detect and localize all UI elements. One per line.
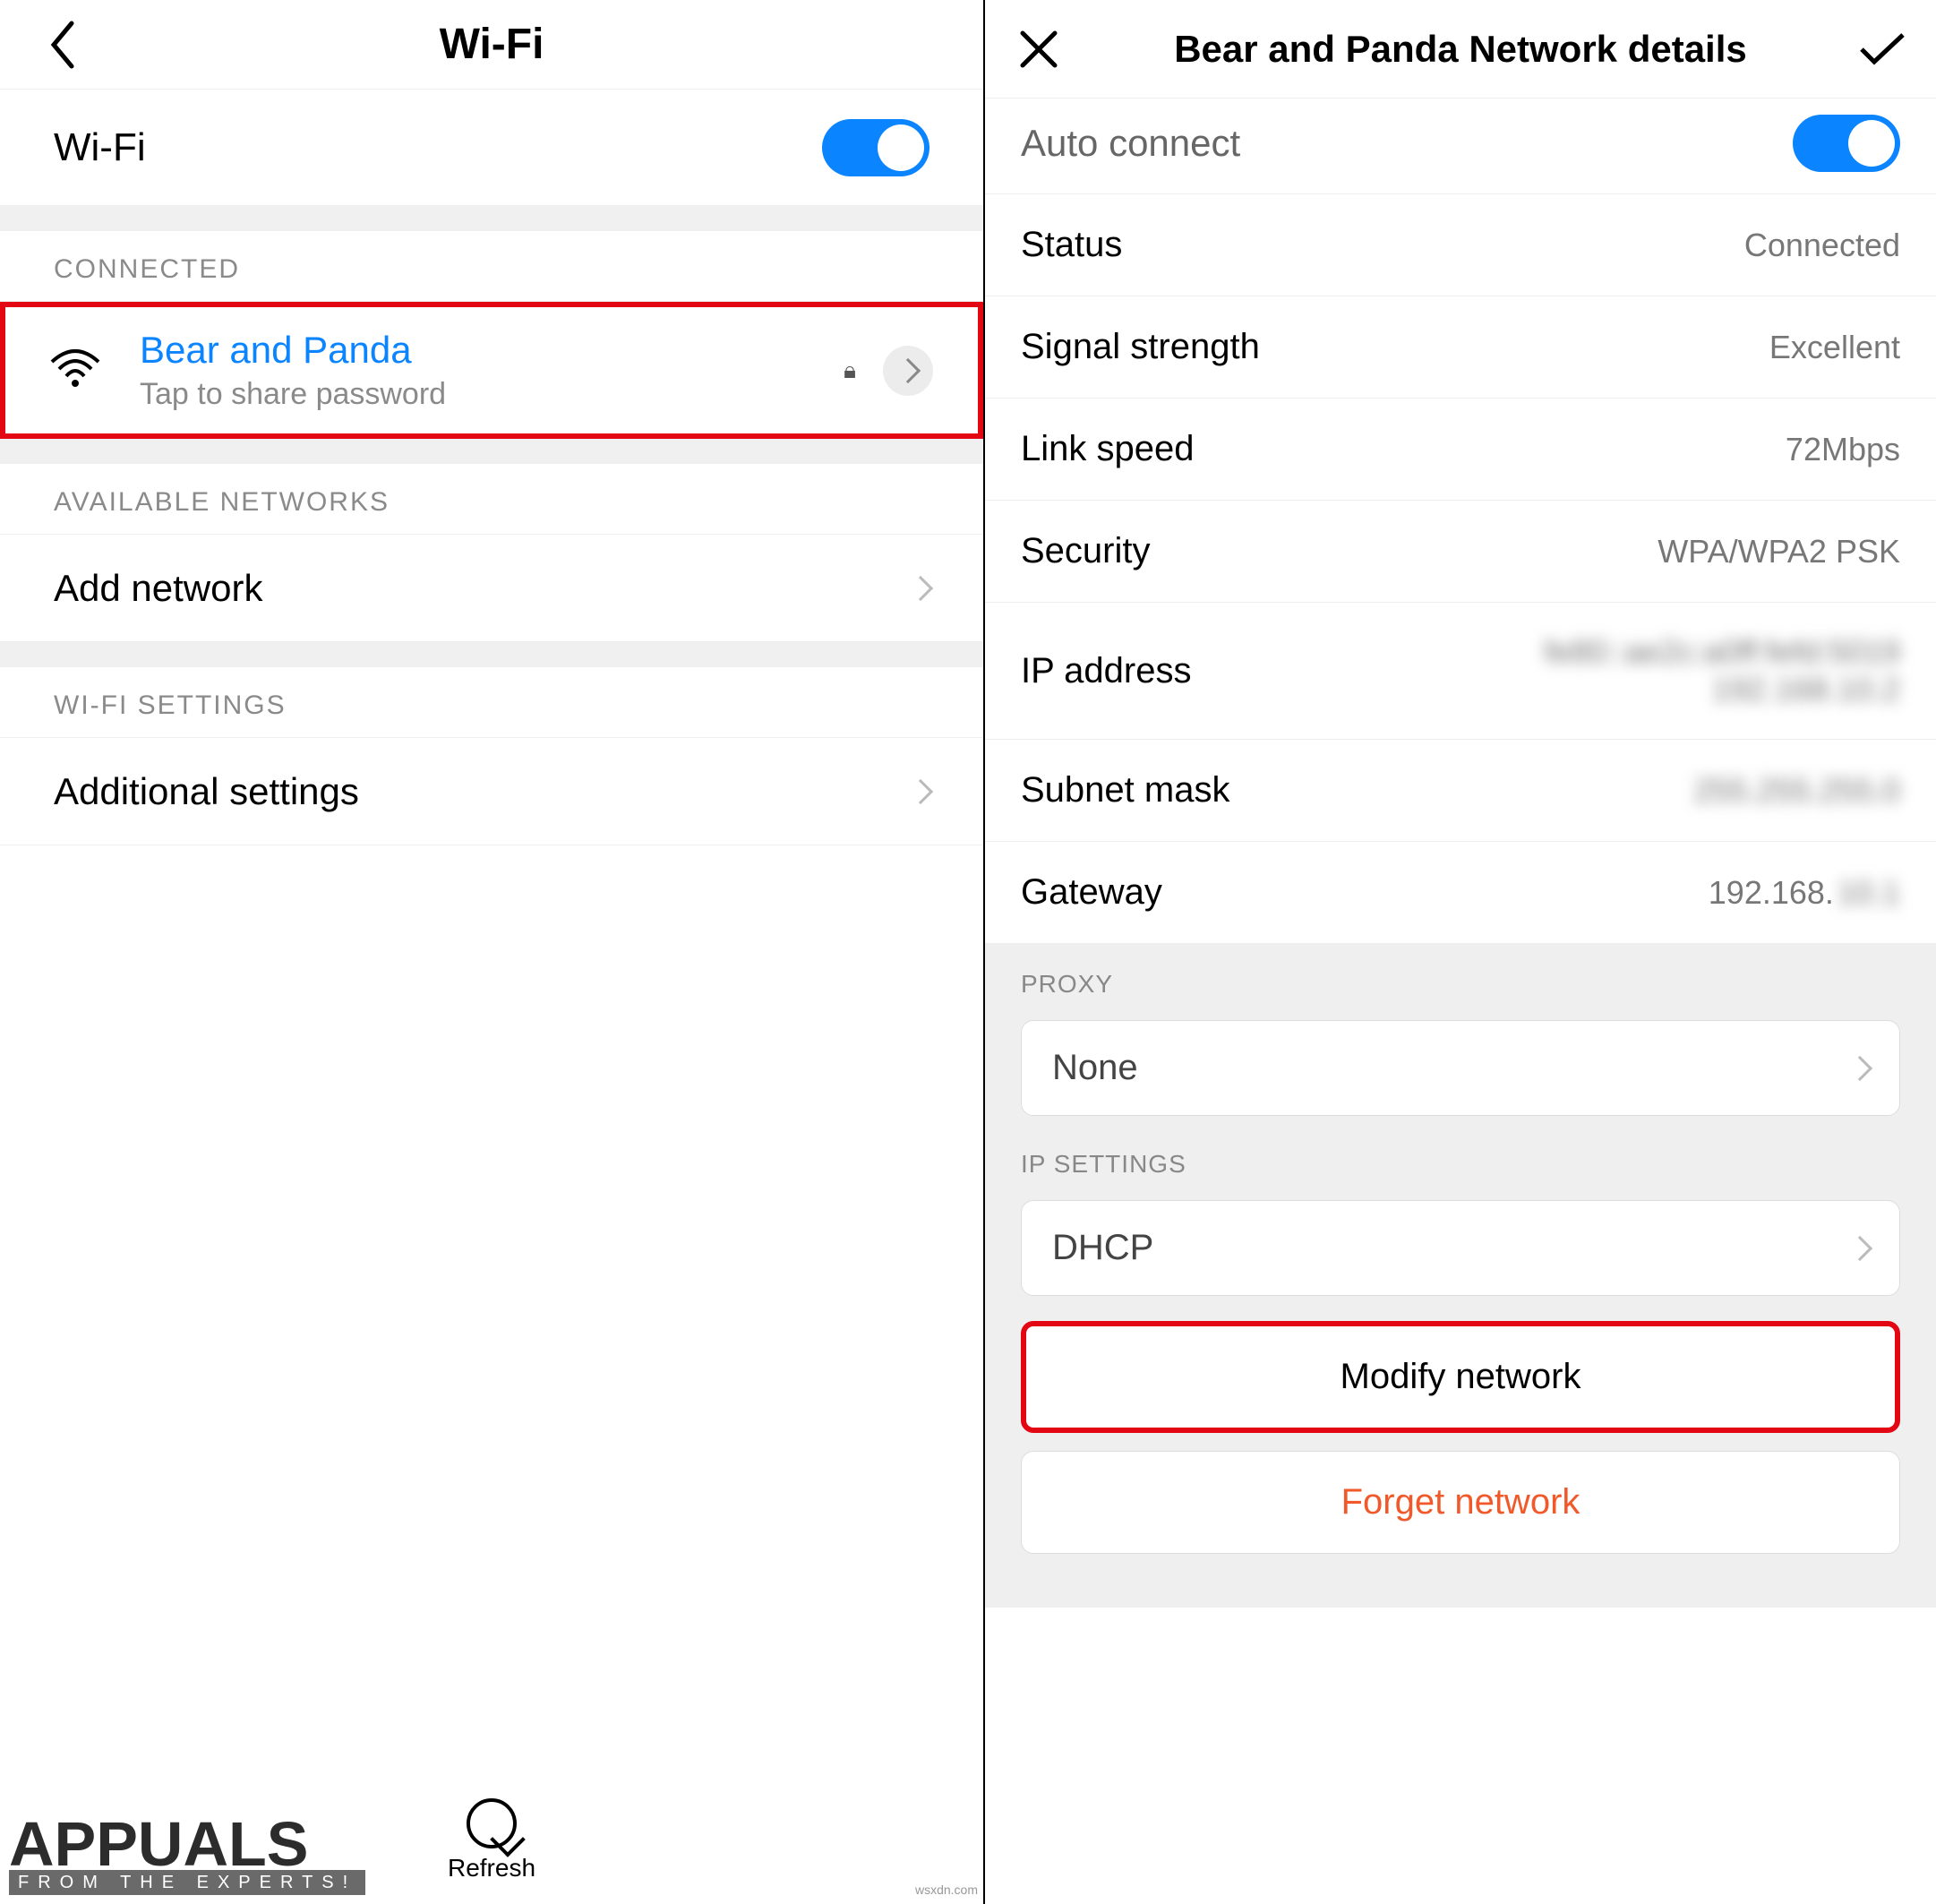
ip-key: IP address bbox=[1021, 651, 1544, 691]
divider bbox=[0, 439, 983, 464]
linkspeed-row: Link speed 72Mbps bbox=[985, 399, 1936, 501]
refresh-label: Refresh bbox=[448, 1854, 535, 1883]
chevron-left-icon bbox=[47, 20, 79, 70]
details-header: Bear and Panda Network details bbox=[985, 0, 1936, 99]
status-row: Status Connected bbox=[985, 194, 1936, 296]
status-value: Connected bbox=[1744, 227, 1900, 264]
divider bbox=[0, 642, 983, 667]
chevron-right-icon bbox=[1847, 1235, 1872, 1260]
proxy-select[interactable]: None bbox=[1021, 1020, 1900, 1116]
connected-network-row[interactable]: Bear and Panda Tap to share password 🔒︎ bbox=[0, 302, 983, 439]
forget-network-button[interactable]: Forget network bbox=[1021, 1451, 1900, 1554]
section-wifi-settings-header: WI-FI SETTINGS bbox=[0, 667, 983, 738]
gateway-value: 192.168.10.1 bbox=[1709, 874, 1900, 912]
auto-connect-toggle[interactable] bbox=[1793, 115, 1900, 172]
section-ip-settings-header: IP SETTINGS bbox=[985, 1141, 1936, 1189]
details-title: Bear and Panda Network details bbox=[1066, 28, 1855, 71]
modify-network-button[interactable]: Modify network bbox=[1021, 1321, 1900, 1433]
auto-connect-label: Auto connect bbox=[1021, 122, 1793, 165]
status-key: Status bbox=[1021, 225, 1744, 265]
auto-connect-row[interactable]: Auto connect bbox=[985, 99, 1936, 194]
additional-settings-label: Additional settings bbox=[54, 770, 359, 813]
connected-network-subtitle: Tap to share password bbox=[140, 377, 446, 412]
section-connected-header: CONNECTED bbox=[0, 231, 983, 302]
attribution-text: wsxdn.com bbox=[915, 1883, 978, 1897]
back-button[interactable] bbox=[27, 9, 99, 81]
gateway-key: Gateway bbox=[1021, 872, 1709, 913]
network-details-screen: Bear and Panda Network details Auto conn… bbox=[985, 0, 1936, 1904]
wifi-toggle[interactable] bbox=[822, 119, 929, 176]
additional-settings-row[interactable]: Additional settings bbox=[0, 738, 983, 845]
add-network-label: Add network bbox=[54, 567, 262, 610]
watermark-logo: APPUALS FROM THE EXPERTS! bbox=[9, 1813, 365, 1895]
security-value: WPA/WPA2 PSK bbox=[1658, 533, 1900, 570]
section-available-header: AVAILABLE NETWORKS bbox=[0, 464, 983, 535]
chevron-right-icon bbox=[1847, 1055, 1872, 1080]
wifi-signal-icon bbox=[50, 349, 104, 391]
signal-row: Signal strength Excellent bbox=[985, 296, 1936, 399]
ip-settings-select[interactable]: DHCP bbox=[1021, 1200, 1900, 1296]
linkspeed-value: 72Mbps bbox=[1786, 431, 1900, 468]
subnet-row: Subnet mask 255.255.255.0 bbox=[985, 740, 1936, 842]
security-row: Security WPA/WPA2 PSK bbox=[985, 501, 1936, 603]
ip-value: fe80::ae2c:a0ff:fefd:5019 192.168.10.2 bbox=[1544, 633, 1900, 708]
close-button[interactable] bbox=[1012, 22, 1066, 76]
refresh-icon bbox=[467, 1798, 517, 1848]
network-detail-button[interactable] bbox=[883, 346, 933, 396]
wifi-toggle-label: Wi-Fi bbox=[54, 125, 822, 170]
linkspeed-key: Link speed bbox=[1021, 429, 1786, 469]
chevron-right-icon bbox=[895, 357, 921, 382]
gateway-row: Gateway 192.168.10.1 bbox=[985, 842, 1936, 943]
close-icon bbox=[1019, 30, 1058, 69]
subnet-key: Subnet mask bbox=[1021, 770, 1694, 810]
signal-value: Excellent bbox=[1769, 329, 1900, 366]
confirm-button[interactable] bbox=[1855, 22, 1909, 76]
wifi-header: Wi-Fi bbox=[0, 0, 983, 90]
refresh-button[interactable]: Refresh bbox=[448, 1798, 535, 1883]
ip-row: IP address fe80::ae2c:a0ff:fefd:5019 192… bbox=[985, 603, 1936, 740]
lock-icon: 🔒︎ bbox=[844, 356, 856, 385]
subnet-value: 255.255.255.0 bbox=[1694, 772, 1900, 810]
section-proxy-header: PROXY bbox=[985, 945, 1936, 1009]
ip-settings-value: DHCP bbox=[1052, 1228, 1153, 1268]
checkmark-icon bbox=[1858, 31, 1906, 67]
wifi-toggle-row[interactable]: Wi-Fi bbox=[0, 90, 983, 206]
chevron-right-icon bbox=[908, 778, 933, 803]
divider bbox=[0, 206, 983, 231]
add-network-row[interactable]: Add network bbox=[0, 535, 983, 642]
proxy-value: None bbox=[1052, 1048, 1138, 1088]
security-key: Security bbox=[1021, 531, 1658, 571]
connected-network-name: Bear and Panda bbox=[140, 329, 446, 372]
wifi-settings-screen: Wi-Fi Wi-Fi CONNECTED Bear and Panda Tap… bbox=[0, 0, 985, 1904]
wifi-title: Wi-Fi bbox=[99, 20, 983, 69]
connected-network-text: Bear and Panda Tap to share password bbox=[140, 329, 446, 412]
signal-key: Signal strength bbox=[1021, 327, 1769, 367]
chevron-right-icon bbox=[908, 575, 933, 600]
